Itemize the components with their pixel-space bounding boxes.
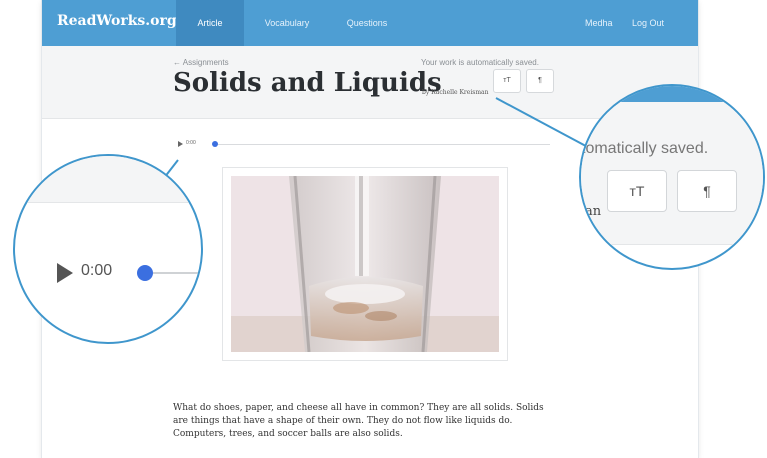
author-byline: by Rachelle Kreisman: [422, 89, 489, 96]
play-icon[interactable]: [178, 141, 183, 147]
zoom-circle-audio: 0:00: [13, 154, 203, 344]
zoomed-audio-time: 0:00: [81, 262, 113, 279]
zoomed-autosave-notice: tomatically saved.: [581, 140, 709, 157]
audio-time: 0:00: [186, 140, 196, 146]
water-glass-illustration: [231, 176, 499, 352]
article-image-frame: [222, 167, 508, 361]
tab-vocabulary[interactable]: Vocabulary: [252, 0, 322, 46]
paragraph-toggle-button[interactable]: ¶: [526, 69, 554, 93]
zoomed-text-size-button[interactable]: ᴛT: [607, 170, 667, 212]
brand-logo[interactable]: ReadWorks.org: [57, 13, 177, 29]
tab-article[interactable]: Article: [176, 0, 244, 46]
zoom-circle-toolbar: tomatically saved. ᴛT ¶ an: [579, 84, 765, 270]
article-paragraph: What do shoes, paper, and cheese all hav…: [173, 403, 544, 439]
zoomed-audio-scrubber-handle[interactable]: [137, 265, 153, 281]
zoom-nav-band: [581, 86, 763, 102]
autosave-notice: Your work is automatically saved.: [421, 58, 539, 67]
page-title: Solids and Liquids: [173, 68, 442, 98]
play-icon[interactable]: [57, 263, 73, 283]
zoomed-audio-player: 0:00: [37, 256, 201, 290]
text-size-button[interactable]: ᴛT: [493, 69, 521, 93]
user-name[interactable]: Medha: [585, 0, 613, 46]
tab-questions[interactable]: Questions: [332, 0, 402, 46]
audio-player: 0:00: [178, 140, 550, 150]
zoomed-byline-fragment: an: [585, 204, 602, 219]
zoomed-paragraph-toggle-button[interactable]: ¶: [677, 170, 737, 212]
article-image: [231, 176, 499, 352]
back-to-assignments-link[interactable]: ← Assignments: [173, 58, 229, 67]
zoom-header-band: tomatically saved. ᴛT ¶ an: [581, 102, 763, 245]
zoom-header-band: [15, 156, 201, 203]
audio-progress-track[interactable]: [218, 144, 550, 145]
top-navigation: ReadWorks.org Article Vocabulary Questio…: [42, 0, 698, 46]
zoomed-audio-track[interactable]: [153, 272, 201, 274]
logout-link[interactable]: Log Out: [632, 0, 664, 46]
